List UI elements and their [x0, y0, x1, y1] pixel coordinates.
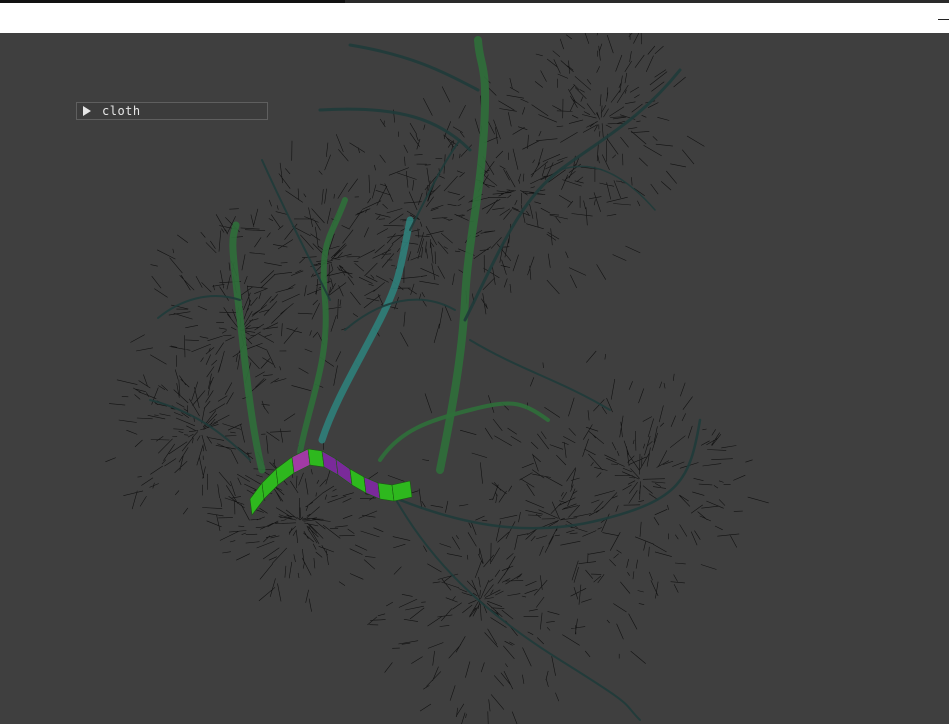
branch-15: [409, 139, 461, 231]
app-window: cloth: [0, 0, 949, 724]
branch-structure: [149, 36, 702, 721]
branch-14: [344, 298, 456, 331]
twig-mesh: [105, 33, 769, 724]
title-bar: [0, 3, 949, 33]
cloth-segment: [349, 468, 367, 494]
cloth-panel-header[interactable]: cloth: [76, 102, 268, 120]
cloth-segment: [307, 448, 325, 468]
fine-twigs: [105, 33, 769, 724]
cloth-segment: [261, 468, 279, 500]
cloth-segment: [291, 448, 311, 474]
branch-3: [436, 36, 490, 474]
3d-viewport[interactable]: cloth: [0, 33, 949, 724]
cloth-strip: [249, 448, 413, 516]
cloth-segment: [363, 476, 381, 500]
cloth-segment: [275, 456, 295, 486]
branch-5: [348, 43, 480, 92]
tree-cloth-scene[interactable]: [0, 33, 949, 724]
branch-11: [149, 399, 251, 461]
cloth-panel-label: cloth: [102, 104, 141, 118]
minimize-icon[interactable]: [935, 9, 949, 27]
cloth-segment: [335, 458, 353, 486]
branch-0: [229, 221, 266, 474]
branch-7: [378, 401, 550, 462]
branch-4: [463, 68, 682, 322]
branch-8: [469, 339, 611, 411]
branch-16: [559, 165, 656, 211]
branch-2: [318, 216, 414, 444]
cloth-segment: [377, 482, 395, 502]
branch-13: [261, 159, 331, 301]
branch-9: [393, 418, 702, 530]
cloth-segment: [391, 480, 413, 502]
branch-10: [394, 497, 641, 721]
branch-1: [297, 197, 348, 455]
triangle-right-icon: [83, 106, 91, 116]
